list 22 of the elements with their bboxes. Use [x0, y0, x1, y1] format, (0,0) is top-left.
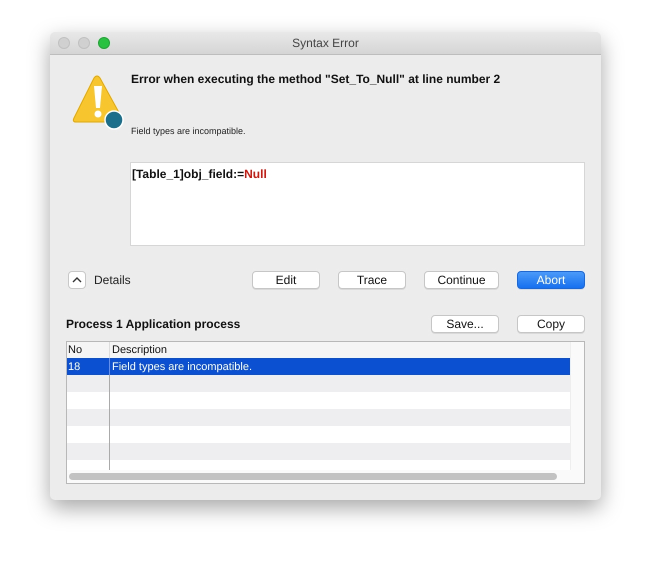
dialog-button[interactable]: Continue	[424, 271, 499, 289]
minimize-icon[interactable]	[78, 37, 90, 49]
process-button[interactable]: Copy	[517, 315, 585, 333]
close-icon[interactable]	[58, 37, 70, 49]
details-label: Details	[94, 273, 131, 287]
scrollbar[interactable]	[570, 342, 584, 470]
zoom-icon[interactable]	[98, 37, 110, 49]
table-row[interactable]: 18 Field types are incompatible.	[67, 358, 571, 375]
process-label: Process 1 Application process	[66, 317, 240, 331]
caret-icon	[72, 277, 82, 283]
process-button[interactable]: Save...	[431, 315, 499, 333]
dialog-button[interactable]: Edit	[252, 271, 320, 289]
dialog-button[interactable]: Trace	[338, 271, 406, 289]
scrollbar[interactable]	[67, 470, 584, 483]
column-header: Description	[111, 343, 168, 358]
details-toggle[interactable]	[68, 271, 86, 289]
error-message: Field types are incompatible.	[131, 126, 247, 136]
window-title: Syntax Error	[292, 36, 359, 50]
error-heading: Error when executing the method "Set_To_Null" at line number 2	[131, 72, 500, 86]
dialog-button[interactable]: Abort	[517, 271, 585, 289]
warning-icon	[70, 74, 126, 130]
code-line: [Table_1]obj_field:=Null	[132, 167, 267, 181]
